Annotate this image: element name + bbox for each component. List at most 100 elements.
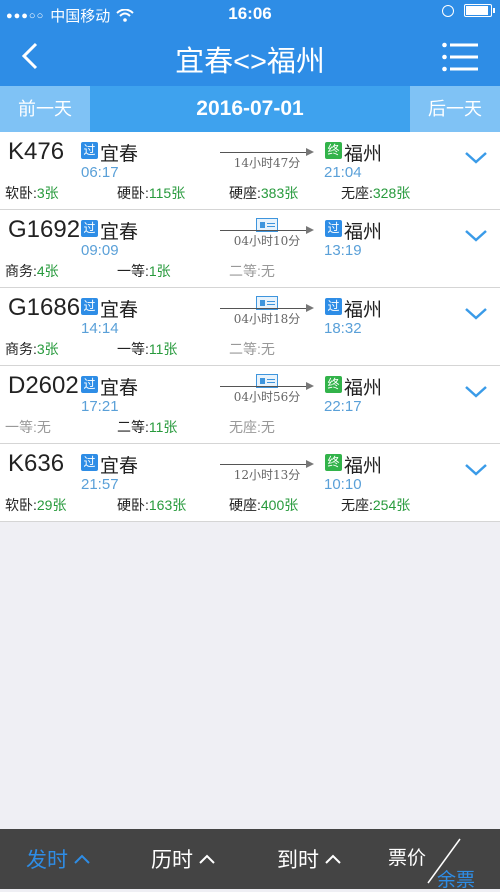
seat-count: 11张 [148,341,178,357]
route-line [220,308,310,309]
arrival-time: 13:19 [324,242,362,259]
departure-station: 宜春 [100,144,139,165]
seat-availability: 无座:254张 [341,495,410,515]
seat-class-label: 硬卧: [117,185,149,201]
seat-count: 无 [260,263,275,279]
prev-day-button[interactable]: 前一天 [0,86,90,132]
seat-count: 3张 [36,185,59,201]
departure-time: 06:17 [81,164,119,181]
sort-by-departure-label: 发时 [26,849,68,872]
travel-duration: 04小时56分 [233,390,301,404]
departure-station-tag: 过 [81,376,98,393]
seat-count: 4张 [36,263,59,279]
sort-by-arrival-label: 到时 [277,849,319,872]
departure-time: 17:21 [81,398,119,415]
seat-class-label: 一等: [5,419,37,435]
seat-availability: 二等:无 [229,339,275,359]
list-menu-icon[interactable] [442,41,478,73]
route-indicator: 04小时18分 [220,296,314,332]
train-number: G1686 [8,294,81,321]
seat-class-label: 无座: [229,419,261,435]
arrival-station-tag: 终 [325,142,342,159]
next-day-button[interactable]: 后一天 [410,86,500,132]
route-indicator: 14小时47分 [220,140,314,176]
seat-availability: 无座:无 [229,417,275,437]
seat-availability: 一等:11张 [117,339,177,359]
seat-count: 11张 [148,419,178,435]
route-indicator: 04小时56分 [220,374,314,410]
chevron-down-icon[interactable] [464,306,488,322]
train-row[interactable]: K476 过 宜春 06:17 14小时47分 终 福州 21:04 软卧:3张… [0,132,500,210]
train-row[interactable]: D2602 过 宜春 17:21 04小时56分 终 福州 22:17 一等:无… [0,366,500,444]
train-row[interactable]: K636 过 宜春 21:57 12小时13分 终 福州 10:10 软卧:29… [0,444,500,522]
arrival-station: 福州 [344,300,383,321]
arrival-station: 福州 [344,222,383,243]
seat-count: 254张 [372,497,411,513]
travel-duration: 12小时13分 [233,468,301,482]
arrival-time: 18:32 [324,320,362,337]
train-number: K636 [8,450,65,477]
seat-count: 115张 [148,185,186,201]
seat-class-label: 硬座: [229,185,261,201]
train-number: G1692 [8,216,81,243]
route-line [220,152,310,153]
departure-station-tag: 过 [81,454,98,471]
seat-count: 无 [260,419,275,435]
route-line [220,386,310,387]
seat-availability: 硬座:383张 [229,183,298,203]
arrival-station: 福州 [344,378,383,399]
train-row[interactable]: G1686 过 宜春 14:14 04小时18分 过 福州 18:32 商务:3… [0,288,500,366]
status-bar: ●●●○○ 中国移动 16:06 [0,0,500,28]
seat-class-label: 一等: [117,263,149,279]
seat-class-label: 商务: [5,341,37,357]
sort-by-arrival-tab[interactable]: 到时 [277,829,341,889]
seat-availability: 软卧:3张 [5,183,59,203]
rotation-lock-icon [442,4,454,17]
chevron-down-icon[interactable] [464,462,488,478]
seat-availability: 硬卧:163张 [117,495,186,515]
chevron-up-icon [325,854,341,864]
departure-station: 宜春 [100,300,139,321]
departure-station: 宜春 [100,222,139,243]
departure-station: 宜春 [100,456,139,477]
seat-class-label: 二等: [117,419,149,435]
seat-availability: 软卧:29张 [5,495,66,515]
status-right [442,4,495,17]
chevron-down-icon[interactable] [464,150,488,166]
seat-count: 328张 [372,185,411,201]
seat-count: 无 [36,419,51,435]
seat-class-label: 硬座: [229,497,261,513]
seat-availability: 商务:4张 [5,261,59,281]
seat-class-label: 硬卧: [117,497,149,513]
price-label: 票价 [388,848,427,869]
departure-station-tag: 过 [81,142,98,159]
train-number: K476 [8,138,65,165]
train-list: K476 过 宜春 06:17 14小时47分 终 福州 21:04 软卧:3张… [0,132,500,522]
seat-class-label: 一等: [117,341,149,357]
seat-count: 383张 [260,185,299,201]
departure-station-tag: 过 [81,298,98,315]
chevron-up-icon [199,854,215,864]
sort-tab-bar: 发时 历时 到时 票价 余票 [0,829,500,891]
battery-icon [464,4,495,17]
arrival-station: 福州 [344,144,383,165]
seat-availability: 商务:3张 [5,339,59,359]
seat-count: 400张 [260,497,299,513]
seat-availability: 一等:1张 [117,261,171,281]
arrival-time: 10:10 [324,476,362,493]
departure-time: 09:09 [81,242,119,259]
arrival-station-tag: 过 [325,220,342,237]
sort-by-duration-label: 历时 [151,849,193,872]
seat-availability: 二等:11张 [117,417,177,437]
train-row[interactable]: G1692 过 宜春 09:09 04小时10分 过 福州 13:19 商务:4… [0,210,500,288]
seat-class-label: 二等: [229,341,261,357]
seat-availability: 无座:328张 [341,183,410,203]
seat-count: 1张 [148,263,171,279]
travel-duration: 14小时47分 [233,156,301,170]
sort-by-duration-tab[interactable]: 历时 [151,829,215,889]
seat-class-label: 二等: [229,263,261,279]
chevron-down-icon[interactable] [464,384,488,400]
route-line [220,230,310,231]
chevron-down-icon[interactable] [464,228,488,244]
sort-by-departure-tab[interactable]: 发时 [26,829,90,889]
